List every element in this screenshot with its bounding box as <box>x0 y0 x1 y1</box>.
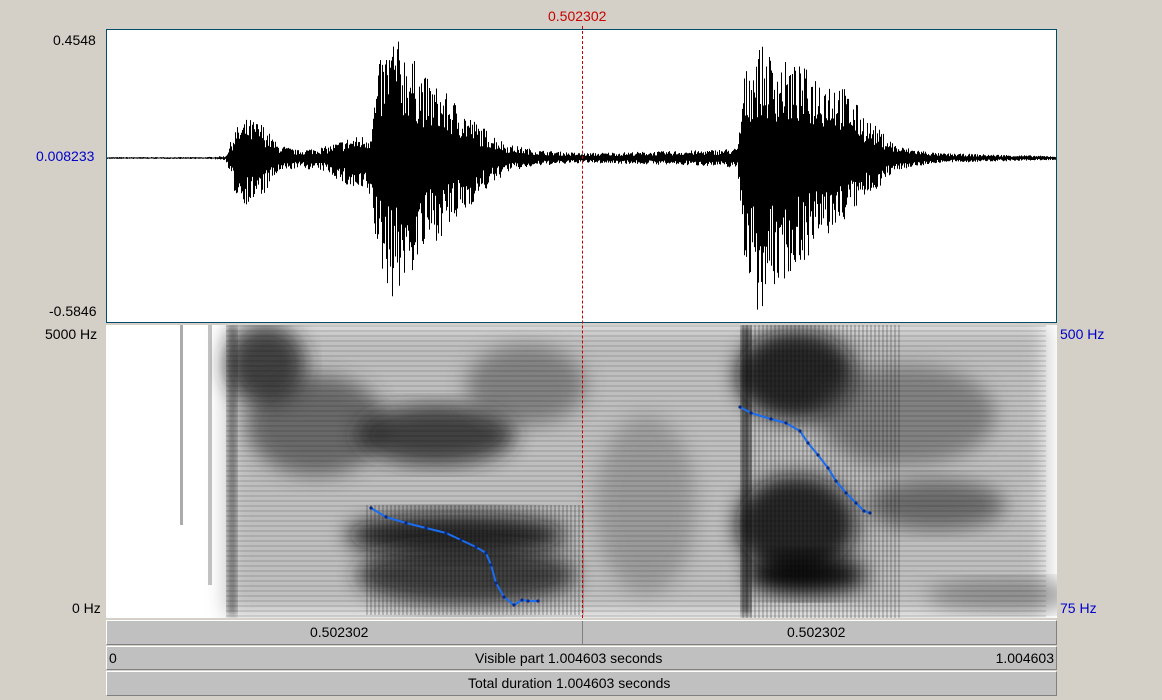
pitch-point <box>738 405 742 409</box>
pitch-point <box>494 581 498 585</box>
cursor-line[interactable] <box>582 26 583 618</box>
pitch-point <box>369 506 373 510</box>
pitch-point <box>834 479 838 483</box>
pitch-point <box>484 551 488 555</box>
pitch-point <box>784 421 788 425</box>
waveform-zero-label: 0.008233 <box>36 148 95 164</box>
pitch-top-label: 500 Hz <box>1060 326 1105 342</box>
pitch-point <box>769 417 773 421</box>
pitch-point <box>520 598 524 602</box>
selection-bar[interactable]: 0.502302 0.502302 <box>106 620 1057 645</box>
visible-end-time: 1.004603 <box>995 650 1054 666</box>
pitch-point <box>749 411 753 415</box>
pitch-point <box>854 501 858 505</box>
waveform-ymin-label: -0.5846 <box>49 303 97 319</box>
pitch-point <box>868 511 872 515</box>
pitch-point <box>384 515 388 519</box>
pitch-point <box>526 599 530 603</box>
selection-bar-left[interactable]: 0.502302 <box>107 621 583 644</box>
visible-start-time: 0 <box>109 650 117 666</box>
selection-left-duration: 0.502302 <box>310 624 369 640</box>
total-duration-label: Total duration 1.004603 seconds <box>468 675 671 691</box>
selection-right-duration: 0.502302 <box>787 624 846 640</box>
spectrogram-freq-top-label: 5000 Hz <box>45 326 98 342</box>
pitch-point <box>444 531 448 535</box>
cursor-time-label: 0.502302 <box>548 8 607 24</box>
pitch-point <box>844 491 848 495</box>
pitch-point <box>502 595 506 599</box>
pitch-point <box>798 429 802 433</box>
selection-bar-right[interactable]: 0.502302 <box>583 621 1056 644</box>
pitch-point <box>404 521 408 525</box>
pitch-bottom-label: 75 Hz <box>1060 600 1097 616</box>
pitch-point <box>489 563 493 567</box>
visible-part-label: Visible part 1.004603 seconds <box>475 650 663 666</box>
pitch-point <box>862 509 866 513</box>
pitch-point <box>806 441 810 445</box>
pitch-point <box>474 545 478 549</box>
total-duration-bar[interactable]: Total duration 1.004603 seconds <box>106 671 1057 696</box>
spectrogram-freq-bottom-label: 0 Hz <box>72 600 101 616</box>
pitch-point <box>424 526 428 530</box>
pitch-point <box>512 603 516 607</box>
pitch-point <box>459 538 463 542</box>
visible-part-bar[interactable]: 0 Visible part 1.004603 seconds 1.004603 <box>106 646 1057 670</box>
pitch-point <box>816 453 820 457</box>
pitch-point <box>826 466 830 470</box>
waveform-ymax-label: 0.4548 <box>53 32 96 48</box>
pitch-point <box>536 599 540 603</box>
